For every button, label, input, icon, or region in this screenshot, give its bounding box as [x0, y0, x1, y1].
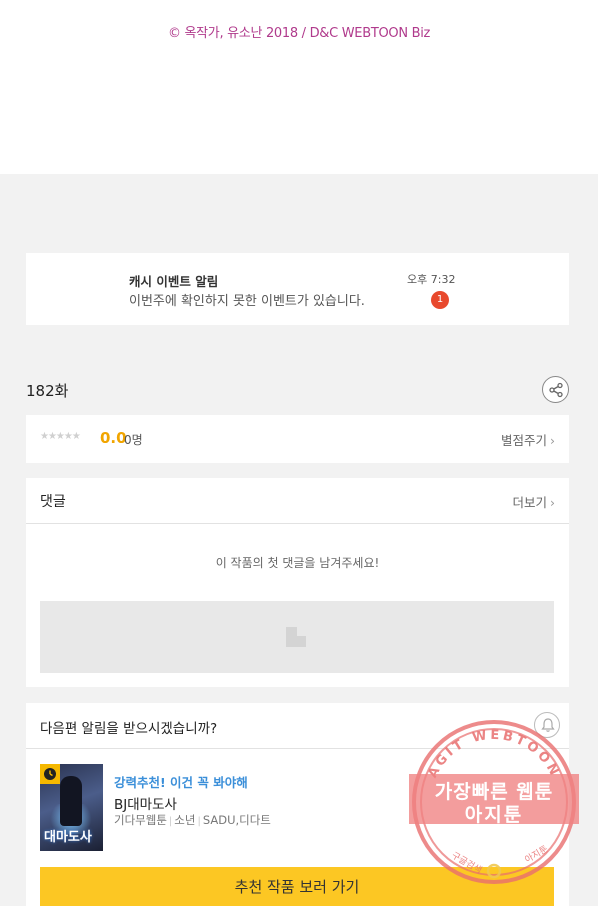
- bell-icon: [541, 718, 555, 732]
- share-icon: [549, 382, 563, 398]
- next-episode-alarm-card: 다음편 알림을 받으시겠습니까? 대마도사 강력추천! 이건 꼭 봐야해 BJ대…: [26, 703, 569, 906]
- comments-more-label: 더보기: [512, 495, 547, 510]
- view-recommendation-button[interactable]: 추천 작품 보러 가기: [40, 867, 554, 906]
- thumbnail-figure: [60, 776, 82, 826]
- chevron-right-icon: ›: [550, 495, 555, 510]
- rating-count: 0명: [124, 433, 143, 447]
- meta-genre: 소년: [174, 813, 196, 827]
- comments-empty-message: 이 작품의 첫 댓글을 남겨주세요!: [215, 556, 380, 570]
- comments-header: 댓글 더보기 ›: [26, 478, 569, 524]
- wait-free-badge: [40, 764, 60, 784]
- chevron-right-icon: ›: [550, 433, 555, 448]
- alarm-toggle-button[interactable]: [534, 712, 560, 738]
- clock-icon: [44, 768, 56, 780]
- thumbnail-title: 대마도사: [44, 830, 92, 845]
- rate-button-label: 별점주기: [500, 433, 547, 448]
- comments-card: 댓글 더보기 › 이 작품의 첫 댓글을 남겨주세요!: [26, 478, 569, 687]
- alarm-header: 다음편 알림을 받으시겠습니까?: [26, 703, 569, 749]
- rating-card: ★★★★★ 0.0 0명 별점주기 ›: [26, 415, 569, 463]
- meta-category: 기다무웹툰: [114, 813, 167, 827]
- copyright-text: © 옥작가, 유소난 2018 / D&C WEBTOON Biz: [167, 26, 431, 41]
- rate-button[interactable]: 별점주기 ›: [501, 430, 555, 449]
- share-button[interactable]: [542, 376, 569, 403]
- rating-score: 0.0: [100, 429, 127, 447]
- notification-time: 오후 7:32: [407, 273, 456, 286]
- comments-label: 댓글: [40, 494, 66, 510]
- recommendation-meta: 기다무웹툰 | 소년 | SADU,디다트: [114, 812, 271, 828]
- notification-title: 캐시 이벤트 알림: [129, 274, 219, 289]
- notification-badge: 1: [431, 291, 449, 309]
- placeholder-image-notch: [297, 627, 306, 636]
- meta-separator: |: [197, 816, 201, 827]
- notification-message: 이번주에 확인하지 못한 이벤트가 있습니다.: [129, 294, 365, 309]
- meta-authors: SADU,디다트: [202, 813, 271, 827]
- comments-more-button[interactable]: 더보기 ›: [512, 492, 555, 511]
- content-end-area: © 옥작가, 유소난 2018 / D&C WEBTOON Biz: [0, 0, 598, 174]
- recommendation-tag: 강력추천! 이건 꼭 봐야해: [114, 775, 248, 790]
- rating-stars: ★★★★★: [40, 431, 81, 442]
- ad-placeholder: [40, 601, 554, 673]
- recommended-thumbnail[interactable]: 대마도사: [40, 764, 103, 851]
- episode-title: 182화: [26, 382, 69, 400]
- recommendation-title[interactable]: BJ대마도사: [114, 793, 177, 813]
- alarm-question: 다음편 알림을 받으시겠습니까?: [40, 721, 218, 737]
- notification-card[interactable]: 캐시 이벤트 알림 이번주에 확인하지 못한 이벤트가 있습니다. 오후 7:3…: [26, 253, 569, 325]
- meta-separator: |: [168, 816, 173, 827]
